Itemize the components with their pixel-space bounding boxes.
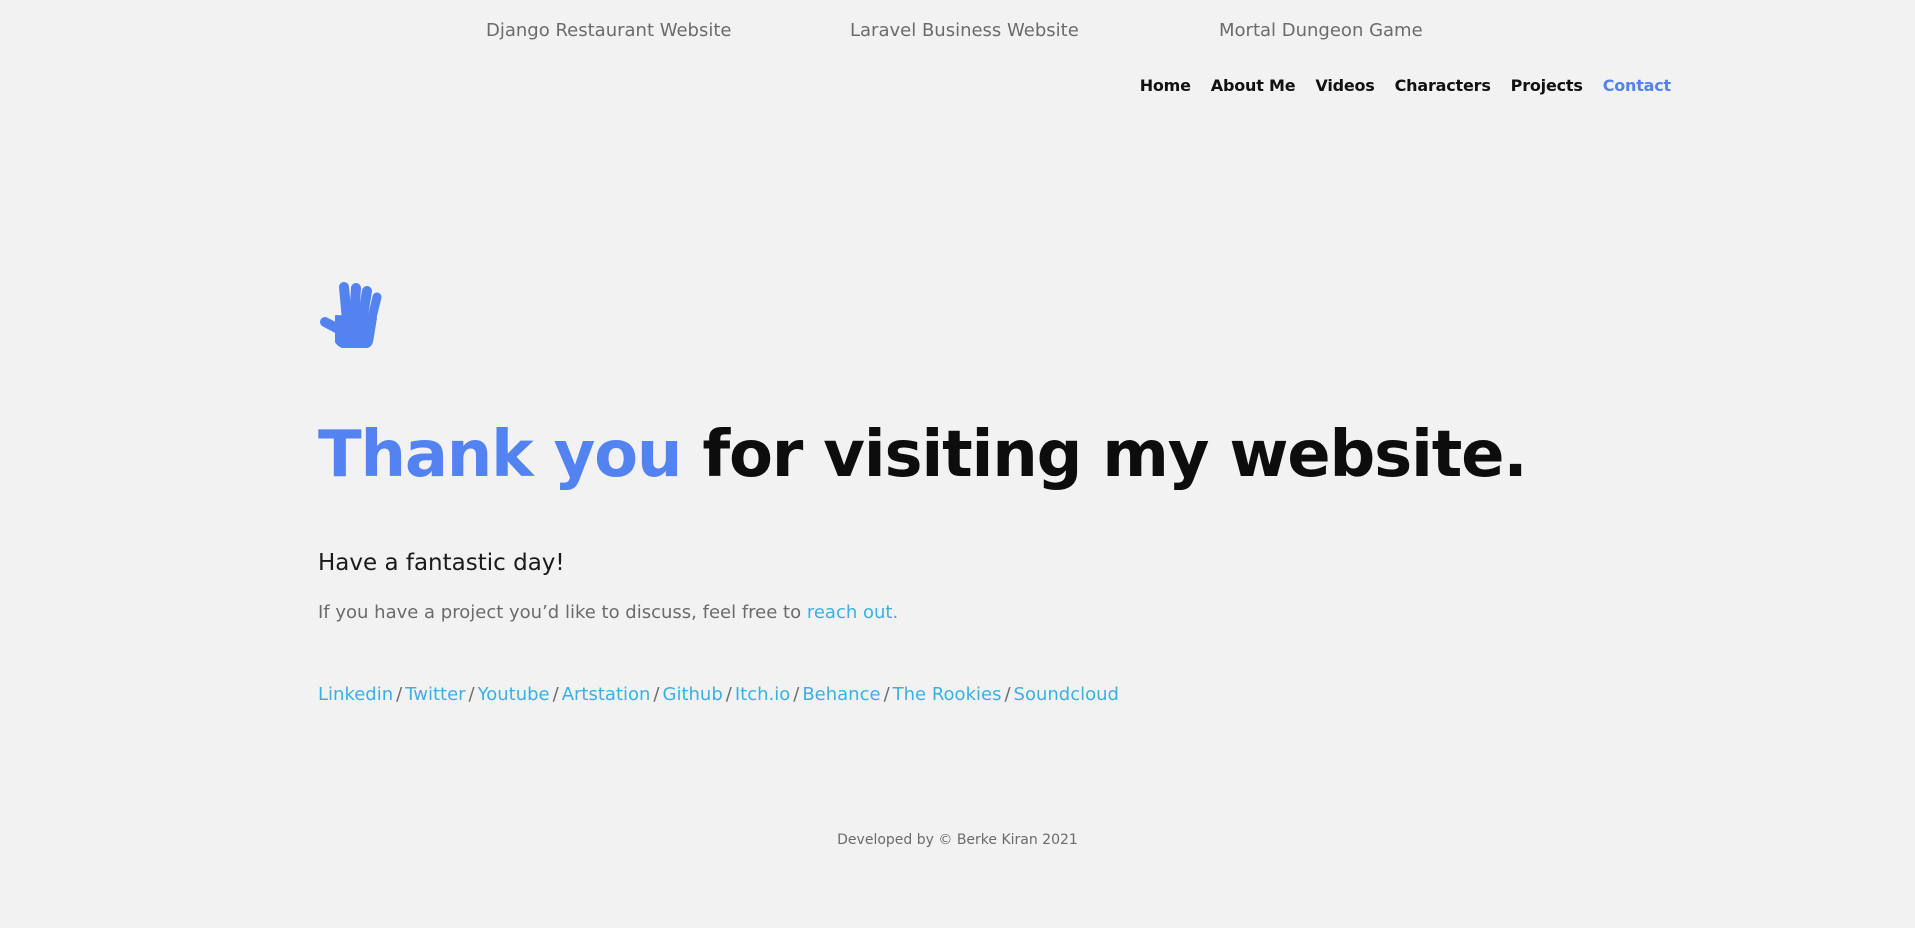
social-link-youtube[interactable]: Youtube — [478, 684, 550, 705]
footer: Developed by © Berke Kiran 2021 — [0, 832, 1915, 848]
subheading: Have a fantastic day! — [318, 550, 565, 576]
main-nav: Home About Me Videos Characters Projects… — [1140, 76, 1672, 95]
separator: / — [468, 684, 475, 705]
nav-item-videos[interactable]: Videos — [1315, 76, 1374, 95]
social-link-artstation[interactable]: Artstation — [562, 684, 651, 705]
project-links: Django Restaurant Website Laravel Busine… — [0, 20, 1915, 44]
social-link-the-rookies[interactable]: The Rookies — [893, 684, 1002, 705]
social-links: Linkedin / Twitter / Youtube / Artstation / Gith… — [318, 684, 1119, 705]
project-link-mortal-dungeon[interactable]: Mortal Dungeon Game — [1219, 20, 1423, 41]
lead-paragraph: If you have a project you’d like to disc… — [318, 602, 898, 623]
social-link-behance[interactable]: Behance — [802, 684, 880, 705]
separator: / — [552, 684, 559, 705]
headline-rest: for visiting my website. — [681, 418, 1527, 492]
nav-item-characters[interactable]: Characters — [1395, 76, 1491, 95]
separator: / — [1004, 684, 1011, 705]
social-link-soundcloud[interactable]: Soundcloud — [1014, 684, 1119, 705]
social-link-linkedin[interactable]: Linkedin — [318, 684, 393, 705]
waving-hand-icon — [320, 282, 382, 348]
project-link-django[interactable]: Django Restaurant Website — [486, 20, 731, 41]
social-link-twitter[interactable]: Twitter — [405, 684, 465, 705]
social-link-github[interactable]: Github — [663, 684, 723, 705]
separator: / — [396, 684, 403, 705]
social-link-itchio[interactable]: Itch.io — [735, 684, 790, 705]
project-link-laravel[interactable]: Laravel Business Website — [850, 20, 1079, 41]
nav-item-contact[interactable]: Contact — [1603, 76, 1672, 95]
nav-item-about-me[interactable]: About Me — [1211, 76, 1296, 95]
nav-item-projects[interactable]: Projects — [1511, 76, 1583, 95]
reach-out-link[interactable]: reach out. — [807, 602, 898, 623]
headline-accent: Thank you — [318, 418, 682, 492]
separator: / — [653, 684, 660, 705]
separator: / — [883, 684, 890, 705]
nav-item-home[interactable]: Home — [1140, 76, 1191, 95]
footer-copyright: Developed by © Berke Kiran 2021 — [837, 832, 1078, 848]
separator: / — [793, 684, 800, 705]
page: Django Restaurant Website Laravel Busine… — [0, 0, 1915, 928]
lead-text: If you have a project you’d like to disc… — [318, 602, 807, 623]
page-title: Thank you for visiting my website. — [318, 418, 1528, 492]
separator: / — [725, 684, 732, 705]
